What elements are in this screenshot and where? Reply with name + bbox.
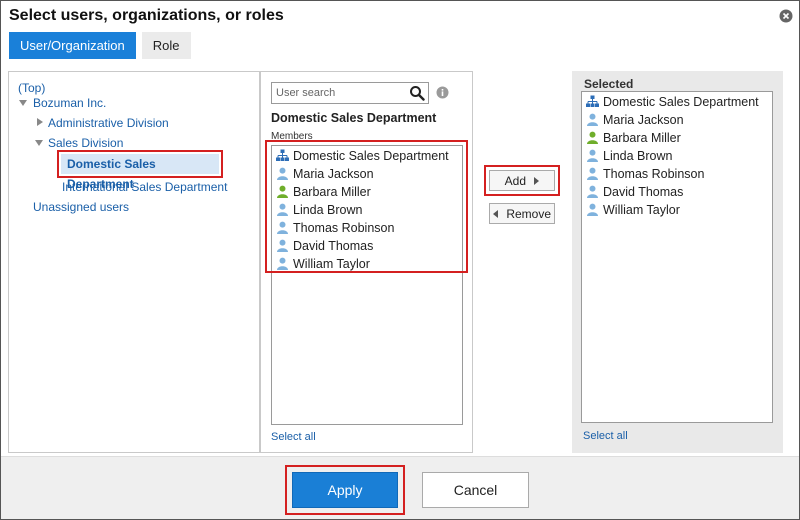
- cancel-button[interactable]: Cancel: [422, 472, 529, 508]
- user-icon: [277, 239, 288, 252]
- list-item-label: Barbara Miller: [603, 131, 681, 145]
- list-item-label: William Taylor: [293, 257, 370, 271]
- list-item-label: William Taylor: [603, 203, 680, 217]
- user-admin-icon: [587, 131, 598, 144]
- user-icon: [277, 221, 288, 234]
- collapsed-arrow-icon[interactable]: [37, 118, 43, 126]
- user-search-input[interactable]: [272, 83, 402, 103]
- remove-button-label: Remove: [506, 206, 552, 221]
- arrow-right-icon: [534, 177, 540, 186]
- user-search-box: [271, 82, 429, 104]
- info-icon[interactable]: [436, 86, 449, 99]
- user-icon: [587, 149, 598, 162]
- user-admin-icon: [277, 185, 288, 198]
- members-label: Members: [271, 131, 313, 142]
- apply-button[interactable]: Apply: [292, 472, 398, 508]
- members-pane: Domestic Sales Department Members Domest…: [260, 71, 473, 453]
- list-item-label: Domestic Sales Department: [603, 95, 759, 109]
- close-icon[interactable]: [779, 9, 793, 23]
- arrow-left-icon: [492, 210, 498, 219]
- organization-icon: [276, 149, 289, 161]
- user-icon: [587, 185, 598, 198]
- remove-button[interactable]: Remove: [489, 203, 555, 224]
- list-item-label: Linda Brown: [603, 149, 673, 163]
- members-listbox[interactable]: Domestic Sales Department Maria Jackson …: [271, 145, 463, 425]
- selected-listbox[interactable]: Domestic Sales Department Maria Jackson …: [581, 91, 773, 423]
- tab-role[interactable]: Role: [141, 32, 191, 59]
- list-item-label: Maria Jackson: [603, 113, 684, 127]
- selected-pane: Selected Domestic Sales Department Maria…: [572, 71, 783, 453]
- user-icon: [587, 113, 598, 126]
- expanded-arrow-icon[interactable]: [35, 140, 43, 146]
- tree-node-unassigned-users[interactable]: Unassigned users: [33, 200, 129, 214]
- list-item-label: Barbara Miller: [293, 185, 371, 199]
- tree-node-international-sales[interactable]: International Sales Department: [62, 180, 227, 194]
- expanded-arrow-icon[interactable]: [19, 100, 27, 106]
- user-icon: [277, 203, 288, 216]
- list-item-label: Linda Brown: [293, 203, 363, 217]
- tab-user-organization[interactable]: User/Organization: [9, 32, 136, 59]
- organization-icon: [586, 95, 599, 107]
- list-item-label: David Thomas: [603, 185, 684, 199]
- list-item-label: Domestic Sales Department: [293, 149, 449, 163]
- add-button[interactable]: Add: [489, 170, 555, 191]
- organization-tree: (Top) Bozuman Inc. Administrative Divisi…: [8, 71, 260, 453]
- tree-node-company[interactable]: Bozuman Inc.: [33, 96, 106, 110]
- list-item-label: Thomas Robinson: [293, 221, 395, 235]
- tree-node-top[interactable]: (Top): [18, 81, 45, 95]
- select-dialog: Select users, organizations, or roles Us…: [0, 0, 800, 520]
- tree-node-sales-division[interactable]: Sales Division: [48, 136, 123, 150]
- department-title: Domestic Sales Department: [271, 111, 437, 125]
- list-item-label: Thomas Robinson: [603, 167, 705, 181]
- tab-bar: User/Organization Role: [9, 32, 197, 59]
- user-icon: [587, 203, 598, 216]
- list-item-label: Maria Jackson: [293, 167, 374, 181]
- dialog-footer: [1, 456, 799, 519]
- selected-title: Selected: [584, 77, 634, 91]
- tree-node-domestic-sales-label: Domestic Sales Department: [61, 154, 219, 191]
- add-button-label: Add: [504, 173, 526, 188]
- members-select-all-link[interactable]: Select all: [271, 431, 316, 443]
- user-icon: [277, 257, 288, 270]
- tree-node-administrative-division[interactable]: Administrative Division: [48, 116, 169, 130]
- tree-node-domestic-sales[interactable]: Domestic Sales Department: [57, 150, 223, 191]
- user-icon: [587, 167, 598, 180]
- dialog-title: Select users, organizations, or roles: [9, 7, 284, 24]
- search-icon[interactable]: [409, 85, 425, 101]
- user-icon: [277, 167, 288, 180]
- selected-select-all-link[interactable]: Select all: [583, 430, 628, 442]
- list-item-label: David Thomas: [293, 239, 374, 253]
